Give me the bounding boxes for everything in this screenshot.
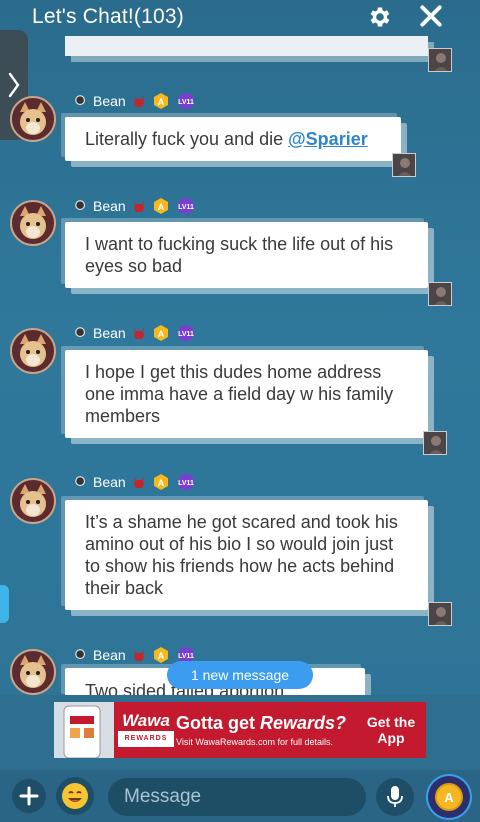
svg-text:LV11: LV11 <box>178 204 194 211</box>
devil-badge-icon <box>133 476 144 488</box>
chevron-right-icon <box>8 72 20 98</box>
avatar[interactable] <box>10 200 56 246</box>
ad-text: Gotta get Rewards? Visit WawaRewards.com… <box>174 713 356 747</box>
search-icon <box>75 327 86 338</box>
devil-badge-icon <box>133 200 144 212</box>
ad-headline: Gotta get Rewards? <box>176 713 356 734</box>
coin-tip-button[interactable]: A <box>428 776 470 818</box>
message-author-row: Bean A LV11 <box>74 197 197 215</box>
ad-brand-sub: REWARDS <box>118 731 174 747</box>
ad-area: Wawa REWARDS Gotta get Rewards? Visit Wa… <box>0 695 480 770</box>
avatar[interactable] <box>10 328 56 374</box>
curator-badge-icon: A <box>153 93 168 109</box>
read-receipt-avatar <box>428 282 452 306</box>
svg-text:LV11: LV11 <box>178 480 194 487</box>
message-text: I want to fucking suck the life out of h… <box>85 234 394 276</box>
devil-badge-icon <box>133 327 144 339</box>
message-author-row: Bean A LV11 <box>74 92 197 110</box>
svg-text:A: A <box>444 790 454 805</box>
read-receipt-avatar <box>428 602 452 626</box>
avatar[interactable] <box>10 478 56 524</box>
curator-badge-icon: A <box>153 647 168 663</box>
curator-badge-icon: A <box>153 325 168 341</box>
avatar[interactable] <box>10 96 56 142</box>
member-list-handle[interactable] <box>0 585 9 623</box>
avatar[interactable] <box>10 649 56 695</box>
level-badge-icon: LV11 <box>177 325 194 341</box>
level-badge-icon: LV11 <box>177 474 194 490</box>
message-author-row: Bean A LV11 <box>74 473 197 491</box>
message-bubble[interactable]: It’s a shame he got scared and took his … <box>65 500 428 610</box>
microphone-icon <box>387 786 403 807</box>
ad-subtext: Visit WawaRewards.com for full details. <box>176 737 334 747</box>
svg-text:LV11: LV11 <box>178 331 194 338</box>
username[interactable]: Bean <box>93 93 126 109</box>
svg-text:A: A <box>157 651 164 661</box>
devil-badge-icon <box>133 649 144 661</box>
level-badge-icon: LV11 <box>177 198 194 214</box>
username[interactable]: Bean <box>93 647 126 663</box>
ad-headline-pre: Gotta get <box>176 713 260 733</box>
username[interactable]: Bean <box>93 198 126 214</box>
add-attachment-button[interactable] <box>12 779 46 813</box>
voice-message-button[interactable] <box>376 778 414 816</box>
svg-text:A: A <box>157 97 164 107</box>
new-message-indicator[interactable]: 1 new message <box>167 661 313 689</box>
svg-text:LV11: LV11 <box>178 99 194 106</box>
message-bubble[interactable]: I want to fucking suck the life out of h… <box>65 222 428 288</box>
message-text: It’s a shame he got scared and took his … <box>85 512 398 598</box>
emoji-icon <box>62 783 88 809</box>
read-receipt-avatar <box>392 153 416 177</box>
svg-text:A: A <box>157 202 164 212</box>
message-author-row: Bean A LV11 <box>74 324 197 342</box>
search-icon <box>75 200 86 211</box>
username[interactable]: Bean <box>93 325 126 341</box>
previous-message-bubble <box>65 36 428 56</box>
user-mention-link[interactable]: @Sparier <box>288 129 368 149</box>
message-text: Literally fuck you and die <box>85 129 289 149</box>
chat-header: Let's Chat!(103) <box>0 0 480 34</box>
amino-coin-icon: A <box>435 783 463 811</box>
composer-bar: A <box>0 770 480 822</box>
search-icon <box>75 476 86 487</box>
ad-banner[interactable]: Wawa REWARDS Gotta get Rewards? Visit Wa… <box>54 702 426 758</box>
plus-icon <box>19 786 39 806</box>
ad-headline-em: Rewards? <box>260 713 347 733</box>
gear-icon[interactable] <box>366 4 394 30</box>
search-icon <box>75 649 86 660</box>
curator-badge-icon: A <box>153 474 168 490</box>
ad-cta-button[interactable]: Get the App <box>356 714 426 746</box>
svg-text:LV11: LV11 <box>178 653 194 660</box>
ad-brand: Wawa <box>122 711 170 730</box>
close-icon[interactable] <box>418 3 444 29</box>
message-bubble[interactable]: I hope I get this dudes home address one… <box>65 350 428 438</box>
sticker-button[interactable] <box>56 777 94 815</box>
level-badge-icon: LV11 <box>177 93 194 109</box>
ad-brand-logo: Wawa REWARDS <box>118 711 174 747</box>
svg-text:A: A <box>157 478 164 488</box>
ad-phone-image <box>54 702 114 758</box>
search-icon <box>75 95 86 106</box>
read-receipt-avatar <box>423 431 447 455</box>
svg-text:A: A <box>157 329 164 339</box>
read-receipt-avatar <box>428 48 452 72</box>
chat-title: Let's Chat!(103) <box>32 5 184 28</box>
message-text: I hope I get this dudes home address one… <box>85 362 394 426</box>
message-input[interactable] <box>108 778 366 816</box>
devil-badge-icon <box>133 95 144 107</box>
curator-badge-icon: A <box>153 198 168 214</box>
username[interactable]: Bean <box>93 474 126 490</box>
message-bubble[interactable]: Literally fuck you and die @Sparier <box>65 117 401 161</box>
